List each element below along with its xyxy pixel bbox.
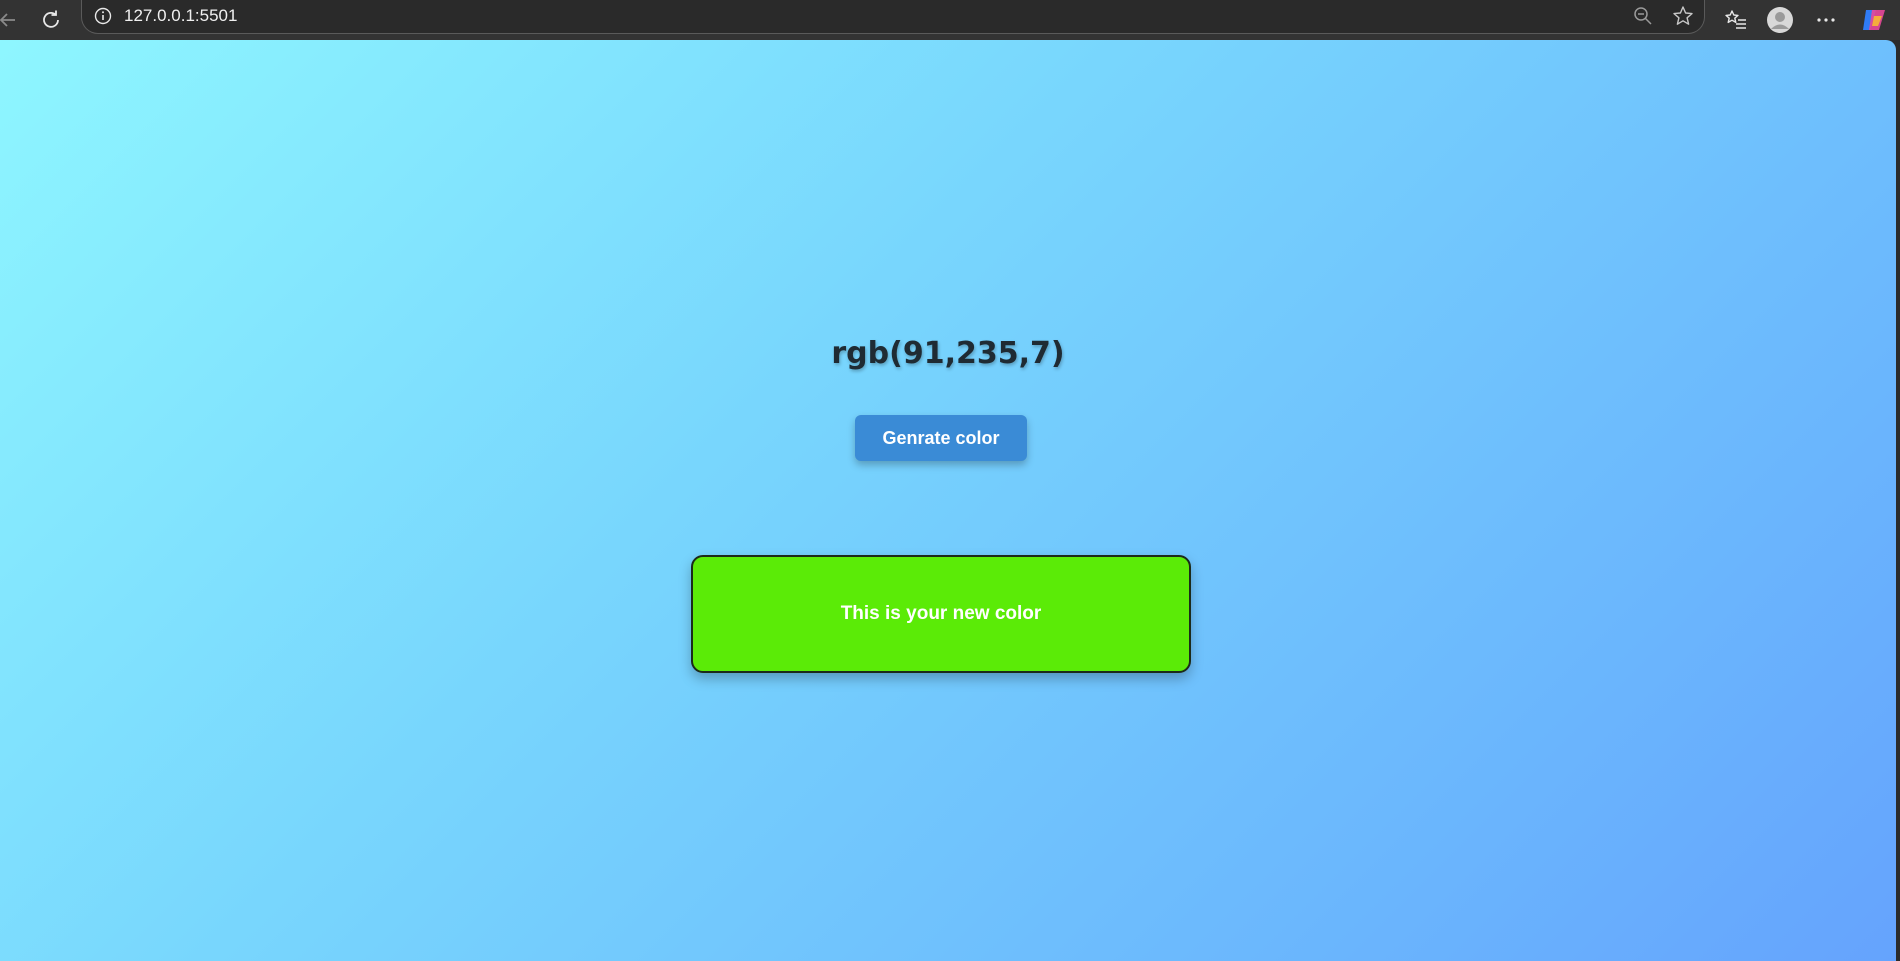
copilot-icon[interactable]: [1860, 6, 1888, 34]
color-preview-box: This is your new color: [691, 555, 1191, 673]
site-info-icon[interactable]: [91, 4, 115, 28]
address-bar[interactable]: 127.0.0.1:5501: [81, 0, 1705, 34]
url-text[interactable]: 127.0.0.1:5501: [124, 6, 237, 26]
back-icon[interactable]: [0, 6, 22, 34]
zoom-out-icon[interactable]: [1631, 4, 1655, 28]
color-box-label: This is your new color: [840, 603, 1042, 624]
browser-toolbar: 127.0.0.1:5501: [0, 0, 1900, 40]
more-options-icon[interactable]: [1812, 6, 1840, 34]
page-viewport: rgb(91,235,7) Genrate color This is your…: [0, 40, 1896, 961]
rgb-value-heading: rgb(91,235,7): [831, 336, 1065, 371]
profile-icon[interactable]: [1766, 6, 1794, 34]
refresh-icon[interactable]: [37, 6, 65, 34]
generate-color-button[interactable]: Genrate color: [855, 415, 1027, 461]
favorites-list-icon[interactable]: [1722, 6, 1750, 34]
favorite-star-icon[interactable]: [1671, 4, 1695, 28]
